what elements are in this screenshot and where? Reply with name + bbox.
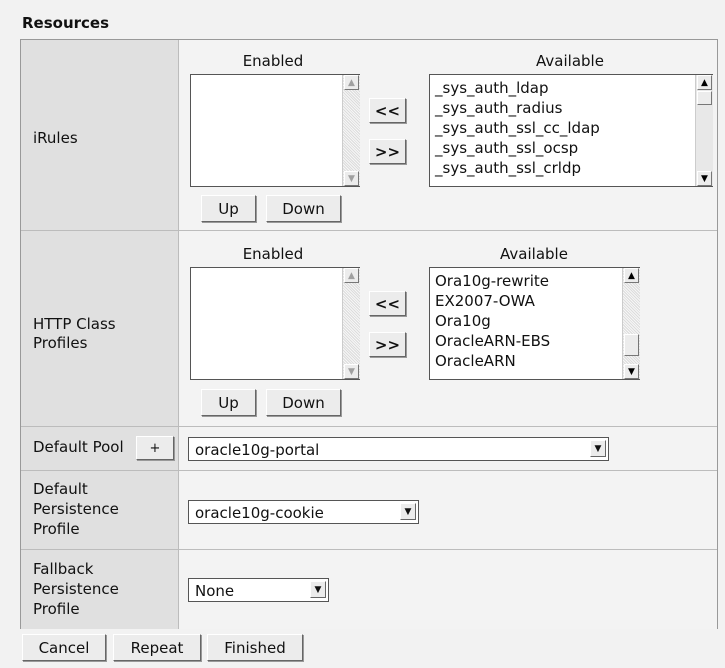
- http-class-available-items: Ora10g-rewrite EX2007-OWA Ora10g OracleA…: [435, 271, 550, 371]
- http-class-available-header: Available: [500, 245, 568, 263]
- irules-label: iRules: [33, 129, 78, 147]
- list-item[interactable]: EX2007-OWA: [435, 291, 550, 311]
- list-item[interactable]: OracleARN: [435, 351, 550, 371]
- list-item[interactable]: Ora10g: [435, 311, 550, 331]
- default-persistence-value-cell: oracle10g-cookie ▼: [179, 471, 717, 549]
- http-class-label-cell: HTTP Class Profiles: [21, 231, 179, 426]
- default-persistence-label-line1: Default: [33, 480, 88, 498]
- http-class-move-left-button[interactable]: <<: [369, 291, 406, 316]
- arrow-up-icon[interactable]: ▲: [697, 75, 712, 90]
- resources-table: iRules Enabled Available ▲ ▼ << >> _sys_…: [20, 39, 718, 629]
- default-pool-value-cell: oracle10g-portal ▼: [179, 427, 717, 470]
- list-item[interactable]: _sys_auth_ldap: [435, 78, 600, 98]
- http-class-move-right-button[interactable]: >>: [369, 332, 406, 357]
- irules-up-button[interactable]: Up: [201, 195, 256, 222]
- cancel-button[interactable]: Cancel: [22, 634, 106, 661]
- http-class-down-button[interactable]: Down: [266, 389, 341, 416]
- chevron-down-icon[interactable]: ▼: [590, 440, 606, 457]
- irules-value-cell: Enabled Available ▲ ▼ << >> _sys_auth_ld…: [179, 40, 717, 230]
- irules-available-scrollbar[interactable]: ▲ ▼: [695, 75, 713, 186]
- irules-enabled-header: Enabled: [242, 52, 304, 70]
- list-item[interactable]: _sys_auth_ssl_ocsp: [435, 138, 600, 158]
- irules-down-button[interactable]: Down: [266, 195, 341, 222]
- http-class-value-cell: Enabled Available ▲ ▼ << >> Ora10g-rewri…: [179, 231, 717, 426]
- default-pool-row: Default Pool + oracle10g-portal ▼: [21, 427, 717, 471]
- fallback-persistence-value-cell: None ▼: [179, 550, 717, 629]
- irules-available-items: _sys_auth_ldap _sys_auth_radius _sys_aut…: [435, 78, 600, 178]
- arrow-up-icon[interactable]: ▲: [624, 268, 639, 283]
- default-persistence-label-line3: Profile: [33, 520, 80, 538]
- http-class-row: HTTP Class Profiles Enabled Available ▲ …: [21, 231, 717, 427]
- scroll-thumb[interactable]: [624, 334, 639, 356]
- irules-available-header: Available: [536, 52, 604, 70]
- default-persistence-select[interactable]: oracle10g-cookie ▼: [188, 500, 419, 524]
- irules-available-list[interactable]: _sys_auth_ldap _sys_auth_radius _sys_aut…: [429, 74, 713, 187]
- http-class-enabled-header: Enabled: [242, 245, 304, 263]
- fallback-persistence-label-line2: Persistence: [33, 580, 119, 598]
- list-item[interactable]: OracleARN-EBS: [435, 331, 550, 351]
- default-persistence-label-line2: Persistence: [33, 500, 119, 518]
- default-persistence-label: Default Persistence Profile: [33, 479, 119, 539]
- fallback-persistence-row: Fallback Persistence Profile None ▼: [21, 550, 717, 629]
- default-pool-label: Default Pool: [33, 438, 124, 456]
- fallback-persistence-select[interactable]: None ▼: [188, 578, 329, 602]
- fallback-persistence-label-line3: Profile: [33, 600, 80, 618]
- http-class-enabled-list[interactable]: ▲ ▼: [190, 267, 360, 380]
- default-persistence-label-cell: Default Persistence Profile: [21, 471, 179, 549]
- list-item[interactable]: _sys_auth_ssl_cc_ldap: [435, 118, 600, 138]
- arrow-down-icon[interactable]: ▼: [697, 171, 712, 186]
- http-class-label-line1: HTTP Class: [33, 315, 116, 333]
- irules-label-cell: iRules: [21, 40, 179, 230]
- scroll-thumb[interactable]: [697, 91, 712, 105]
- arrow-down-icon[interactable]: ▼: [344, 364, 359, 379]
- http-class-label-line2: Profiles: [33, 334, 88, 352]
- irules-enabled-list[interactable]: ▲ ▼: [190, 74, 360, 187]
- fallback-persistence-label-line1: Fallback: [33, 560, 94, 578]
- add-pool-button[interactable]: +: [136, 436, 174, 460]
- default-persistence-value: oracle10g-cookie: [195, 504, 324, 522]
- section-title: Resources: [22, 14, 110, 32]
- finished-button[interactable]: Finished: [207, 634, 303, 661]
- arrow-down-icon[interactable]: ▼: [344, 171, 359, 186]
- chevron-down-icon[interactable]: ▼: [310, 581, 326, 598]
- irules-enabled-scrollbar[interactable]: ▲ ▼: [342, 75, 360, 186]
- arrow-up-icon[interactable]: ▲: [344, 268, 359, 283]
- http-class-available-list[interactable]: Ora10g-rewrite EX2007-OWA Ora10g OracleA…: [429, 267, 640, 380]
- http-class-up-button[interactable]: Up: [201, 389, 256, 416]
- fallback-persistence-label: Fallback Persistence Profile: [33, 559, 119, 619]
- repeat-button[interactable]: Repeat: [113, 634, 201, 661]
- http-class-label: HTTP Class Profiles: [33, 315, 116, 353]
- fallback-persistence-label-cell: Fallback Persistence Profile: [21, 550, 179, 629]
- list-item[interactable]: _sys_auth_ssl_crldp: [435, 158, 600, 178]
- irules-move-right-button[interactable]: >>: [369, 139, 406, 164]
- irules-row: iRules Enabled Available ▲ ▼ << >> _sys_…: [21, 40, 717, 231]
- arrow-down-icon[interactable]: ▼: [624, 364, 639, 379]
- irules-move-left-button[interactable]: <<: [369, 98, 406, 123]
- default-pool-select[interactable]: oracle10g-portal ▼: [188, 437, 609, 461]
- arrow-up-icon[interactable]: ▲: [344, 75, 359, 90]
- default-pool-value: oracle10g-portal: [195, 441, 320, 459]
- http-class-enabled-scrollbar[interactable]: ▲ ▼: [342, 268, 360, 379]
- list-item[interactable]: _sys_auth_radius: [435, 98, 600, 118]
- chevron-down-icon[interactable]: ▼: [400, 503, 416, 520]
- default-persistence-row: Default Persistence Profile oracle10g-co…: [21, 471, 717, 550]
- list-item[interactable]: Ora10g-rewrite: [435, 271, 550, 291]
- default-pool-label-cell: Default Pool +: [21, 427, 179, 470]
- http-class-available-scrollbar[interactable]: ▲ ▼: [622, 268, 640, 379]
- fallback-persistence-value: None: [195, 582, 235, 600]
